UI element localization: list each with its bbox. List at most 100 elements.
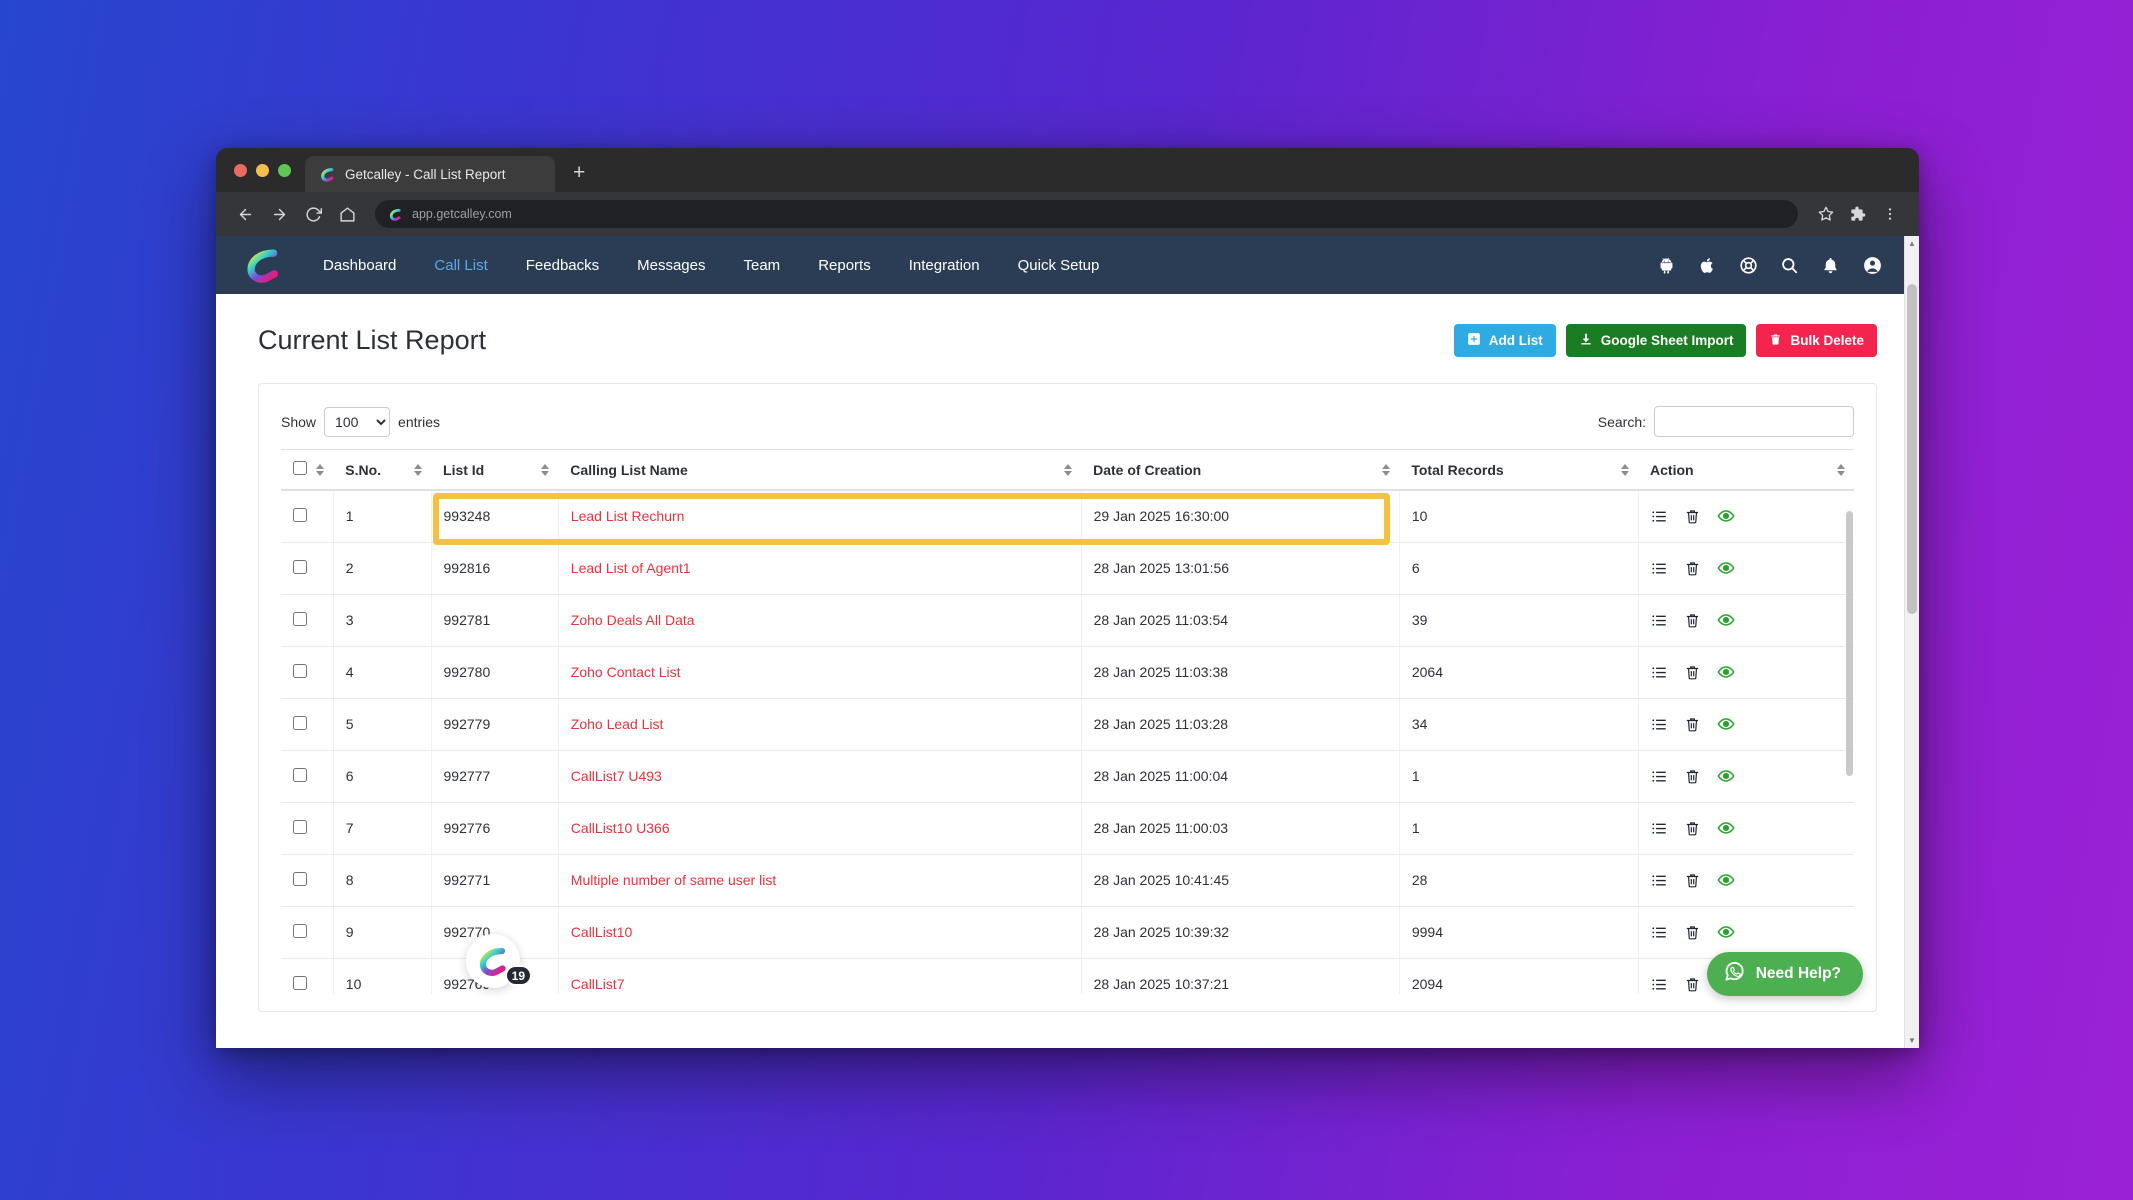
bell-notification-icon[interactable] xyxy=(1821,256,1840,275)
nav-item-reports[interactable]: Reports xyxy=(799,257,890,274)
details-list-icon[interactable] xyxy=(1651,612,1668,629)
nav-item-feedbacks[interactable]: Feedbacks xyxy=(507,257,618,274)
header-date-of-creation[interactable]: Date of Creation xyxy=(1081,449,1400,491)
details-list-icon[interactable] xyxy=(1651,508,1668,525)
header-total-records[interactable]: Total Records xyxy=(1399,449,1639,491)
row-select-checkbox[interactable] xyxy=(293,507,307,522)
calley-logo-icon[interactable] xyxy=(244,246,282,284)
search-input[interactable] xyxy=(1654,406,1854,437)
row-select-checkbox[interactable] xyxy=(293,715,307,730)
sort-arrows-icon[interactable] xyxy=(316,463,325,476)
delete-trash-icon[interactable] xyxy=(1684,612,1701,629)
header-list-id[interactable]: List Id xyxy=(431,449,559,491)
calling-list-name-link[interactable]: Zoho Contact List xyxy=(571,664,681,680)
view-eye-icon[interactable] xyxy=(1717,767,1735,785)
table-scrollbar-thumb[interactable] xyxy=(1846,511,1853,776)
details-list-icon[interactable] xyxy=(1651,716,1668,733)
row-select-checkbox[interactable] xyxy=(293,559,307,574)
view-eye-icon[interactable] xyxy=(1717,871,1735,889)
browser-tab[interactable]: Getcalley - Call List Report xyxy=(305,156,555,192)
calling-list-name-link[interactable]: Lead List Rechurn xyxy=(571,508,685,524)
need-help-whatsapp-button[interactable]: Need Help? xyxy=(1706,952,1863,996)
calling-list-name-link[interactable]: Zoho Lead List xyxy=(571,716,664,732)
row-select-checkbox[interactable] xyxy=(293,767,307,782)
calling-list-name-link[interactable]: CallList10 xyxy=(571,924,632,940)
delete-trash-icon[interactable] xyxy=(1684,872,1701,889)
details-list-icon[interactable] xyxy=(1651,664,1668,681)
details-list-icon[interactable] xyxy=(1651,872,1668,889)
sort-arrows-icon[interactable] xyxy=(1382,463,1391,476)
android-icon[interactable] xyxy=(1657,256,1676,275)
scroll-down-arrow-icon[interactable]: ▼ xyxy=(1905,1033,1919,1048)
row-select-checkbox[interactable] xyxy=(293,663,307,678)
view-eye-icon[interactable] xyxy=(1717,611,1735,629)
nav-item-quick-setup[interactable]: Quick Setup xyxy=(999,257,1119,274)
view-eye-icon[interactable] xyxy=(1717,559,1735,577)
view-eye-icon[interactable] xyxy=(1717,663,1735,681)
delete-trash-icon[interactable] xyxy=(1684,768,1701,785)
extensions-puzzle-icon[interactable] xyxy=(1843,199,1873,229)
browser-menu-icon[interactable] xyxy=(1875,199,1905,229)
nav-item-team[interactable]: Team xyxy=(725,257,800,274)
sort-arrows-icon[interactable] xyxy=(1621,463,1630,476)
page-scrollbar-thumb[interactable] xyxy=(1907,284,1917,614)
header-calling-list-name[interactable]: Calling List Name xyxy=(558,449,1082,491)
lifebuoy-support-icon[interactable] xyxy=(1739,256,1758,275)
row-select-checkbox[interactable] xyxy=(293,611,307,626)
nav-item-integration[interactable]: Integration xyxy=(890,257,999,274)
nav-item-call-list[interactable]: Call List xyxy=(415,257,506,274)
header-action[interactable]: Action xyxy=(1638,449,1854,491)
new-tab-button[interactable]: + xyxy=(573,162,585,183)
forward-button[interactable] xyxy=(264,199,294,229)
details-list-icon[interactable] xyxy=(1651,768,1668,785)
row-select-checkbox[interactable] xyxy=(293,975,307,990)
select-all-checkbox[interactable] xyxy=(293,461,307,475)
delete-trash-icon[interactable] xyxy=(1684,924,1701,941)
close-window-button[interactable] xyxy=(234,163,247,177)
delete-trash-icon[interactable] xyxy=(1684,664,1701,681)
scroll-up-arrow-icon[interactable]: ▲ xyxy=(1905,236,1919,251)
view-eye-icon[interactable] xyxy=(1717,819,1735,837)
sort-arrows-icon[interactable] xyxy=(414,463,423,476)
calley-floating-badge[interactable]: 19 xyxy=(466,934,532,988)
back-button[interactable] xyxy=(230,199,260,229)
details-list-icon[interactable] xyxy=(1651,820,1668,837)
row-select-checkbox[interactable] xyxy=(293,923,307,938)
header-sno[interactable]: S.No. xyxy=(333,449,432,491)
sort-arrows-icon[interactable] xyxy=(1064,463,1073,476)
calling-list-name-link[interactable]: CallList7 xyxy=(571,976,625,992)
details-list-icon[interactable] xyxy=(1651,560,1668,577)
search-icon[interactable] xyxy=(1780,256,1799,275)
details-list-icon[interactable] xyxy=(1651,976,1668,993)
calling-list-name-link[interactable]: CallList7 U493 xyxy=(571,768,662,784)
view-eye-icon[interactable] xyxy=(1717,923,1735,941)
delete-trash-icon[interactable] xyxy=(1684,976,1701,993)
maximize-window-button[interactable] xyxy=(278,163,291,177)
delete-trash-icon[interactable] xyxy=(1684,820,1701,837)
add-list-button[interactable]: Add List xyxy=(1453,324,1556,357)
calling-list-name-link[interactable]: Lead List of Agent1 xyxy=(571,560,691,576)
account-avatar-icon[interactable] xyxy=(1862,255,1883,276)
home-button[interactable] xyxy=(332,199,362,229)
page-vertical-scrollbar[interactable]: ▲ ▼ xyxy=(1904,236,1919,1048)
bulk-delete-button[interactable]: Bulk Delete xyxy=(1756,324,1877,357)
nav-item-dashboard[interactable]: Dashboard xyxy=(304,257,415,274)
apple-icon[interactable] xyxy=(1698,256,1717,275)
details-list-icon[interactable] xyxy=(1651,924,1668,941)
delete-trash-icon[interactable] xyxy=(1684,508,1701,525)
sort-arrows-icon[interactable] xyxy=(541,463,550,476)
calling-list-name-link[interactable]: CallList10 U366 xyxy=(571,820,670,836)
table-vertical-scrollbar[interactable] xyxy=(1845,511,1854,990)
row-select-checkbox[interactable] xyxy=(293,871,307,886)
nav-item-messages[interactable]: Messages xyxy=(618,257,724,274)
minimize-window-button[interactable] xyxy=(256,163,269,177)
calling-list-name-link[interactable]: Zoho Deals All Data xyxy=(571,612,695,628)
row-select-checkbox[interactable] xyxy=(293,819,307,834)
reload-button[interactable] xyxy=(298,199,328,229)
delete-trash-icon[interactable] xyxy=(1684,560,1701,577)
entries-per-page-select[interactable]: 100 xyxy=(324,406,391,437)
google-sheet-import-button[interactable]: Google Sheet Import xyxy=(1565,324,1747,357)
sort-arrows-icon[interactable] xyxy=(1837,463,1845,476)
delete-trash-icon[interactable] xyxy=(1684,716,1701,733)
bookmark-star-icon[interactable] xyxy=(1811,199,1841,229)
